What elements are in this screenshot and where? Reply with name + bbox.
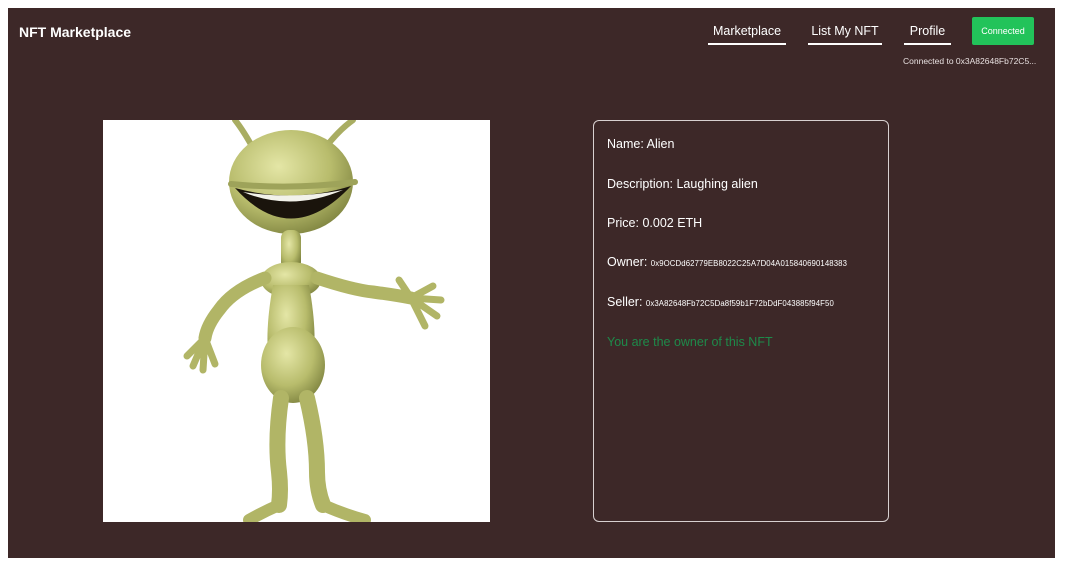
- app-window: NFT Marketplace Marketplace List My NFT …: [8, 8, 1055, 558]
- owner-status-message: You are the owner of this NFT: [607, 335, 773, 349]
- nft-seller-address: 0x3A82648Fb72C5Da8f59b1F72bDdF043885f94F…: [645, 299, 834, 308]
- nft-details-card: Name: Alien Description: Laughing alien …: [593, 120, 889, 522]
- nft-name-label: Name:: [607, 137, 647, 151]
- nft-price-value: 0.002 ETH: [642, 216, 703, 230]
- nav-list-my-nft-link[interactable]: List My NFT: [808, 24, 882, 45]
- alien-figure-image: [183, 120, 445, 522]
- connected-address-text: Connected to 0x3A82648Fb72C5...: [903, 56, 1037, 66]
- nav-marketplace-link[interactable]: Marketplace: [708, 24, 786, 45]
- nft-description-value: Laughing alien: [676, 177, 758, 191]
- nft-price-label: Price:: [607, 216, 643, 230]
- nav-profile-link[interactable]: Profile: [904, 24, 951, 45]
- nft-description-row: Description: Laughing alien: [607, 177, 758, 191]
- connect-wallet-button[interactable]: Connected: [972, 17, 1034, 45]
- nft-name-value: Alien: [646, 137, 675, 151]
- nft-owner-row: Owner: 0x9OCDd62779EB8022C25A7D04A015840…: [607, 255, 847, 269]
- nft-seller-label: Seller:: [607, 295, 646, 309]
- nft-owner-address: 0x9OCDd62779EB8022C25A7D04A0158406901483…: [650, 259, 848, 268]
- nft-price-row: Price: 0.002 ETH: [607, 216, 702, 230]
- nft-seller-row: Seller: 0x3A82648Fb72C5Da8f59b1F72bDdF04…: [607, 295, 834, 309]
- nft-name-row: Name: Alien: [607, 137, 674, 151]
- nft-image: [103, 120, 490, 522]
- nft-owner-label: Owner:: [607, 255, 651, 269]
- nft-description-label: Description:: [607, 177, 677, 191]
- brand-title: NFT Marketplace: [19, 24, 132, 40]
